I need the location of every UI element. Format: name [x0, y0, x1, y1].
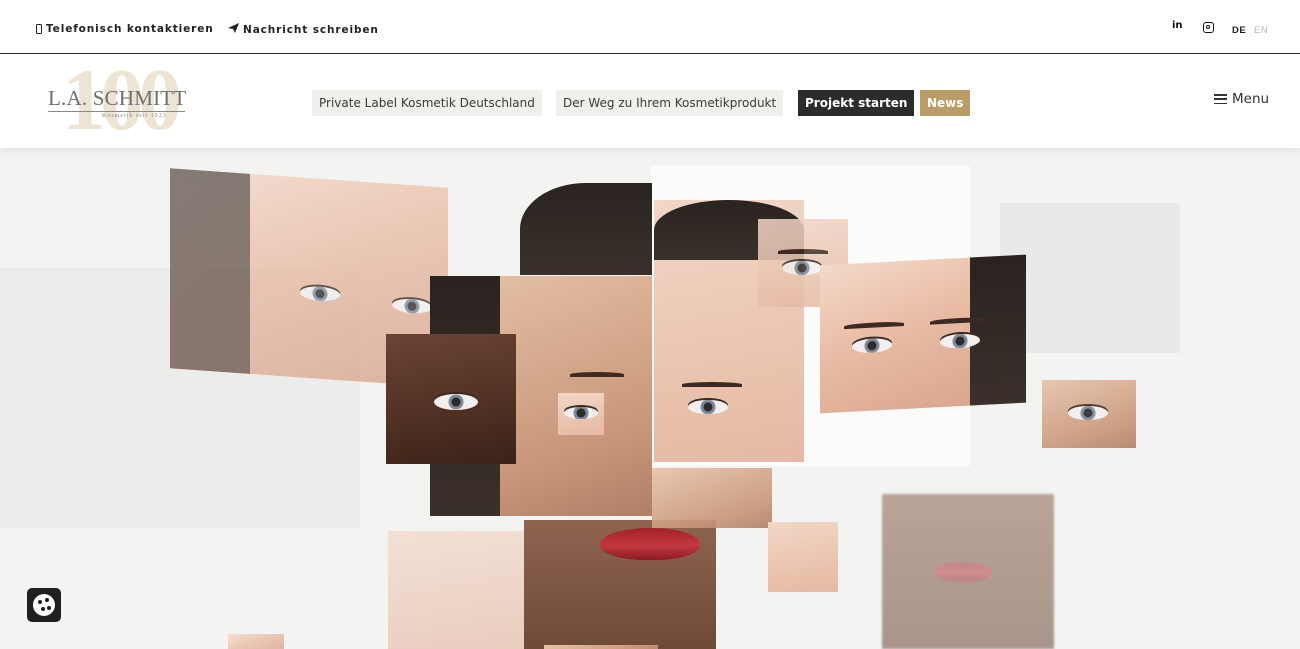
face-tile — [1042, 380, 1136, 448]
main-header: 100 L.A. SCHMITT Kosmetik seit 1923 Priv… — [0, 54, 1300, 148]
logo-divider — [48, 111, 185, 112]
face-tile — [544, 645, 658, 649]
linkedin-icon[interactable]: in — [1172, 20, 1183, 31]
instagram-icon[interactable] — [1203, 22, 1214, 33]
cookie-settings-button[interactable] — [27, 588, 61, 622]
face-tile — [228, 634, 284, 649]
face-tile — [768, 522, 838, 592]
language-de[interactable]: DE — [1232, 25, 1246, 36]
face-tile — [388, 531, 524, 649]
face-tile — [652, 468, 772, 528]
logo-tagline: Kosmetik seit 1923 — [102, 113, 167, 119]
paper-plane-icon — [228, 23, 239, 36]
language-en[interactable]: EN — [1254, 25, 1268, 36]
message-contact-label: Nachricht schreiben — [243, 23, 379, 36]
face-tile — [520, 183, 652, 275]
face-tile — [558, 393, 604, 435]
nav-der-weg[interactable]: Der Weg zu Ihrem Kosmetikprodukt — [556, 90, 784, 116]
menu-label: Menu — [1232, 91, 1270, 107]
nav-private-label[interactable]: Private Label Kosmetik Deutschland — [312, 90, 542, 116]
logo-brand-name: L.A. SCHMITT — [48, 86, 187, 110]
logo[interactable]: 100 L.A. SCHMITT Kosmetik seit 1923 — [46, 56, 188, 146]
cookie-icon — [33, 594, 55, 616]
hero-bg-panel — [1000, 203, 1180, 353]
face-tile — [820, 254, 1026, 414]
hamburger-icon — [1214, 94, 1227, 104]
menu-button[interactable]: Menu — [1214, 91, 1269, 107]
face-tile — [386, 334, 516, 464]
hero-collage-image — [0, 148, 1300, 649]
top-contact-bar: Telefonisch kontaktieren Nachricht schre… — [0, 0, 1300, 54]
message-contact-link[interactable]: Nachricht schreiben — [228, 23, 379, 36]
phone-contact-label: Telefonisch kontaktieren — [46, 23, 214, 35]
face-tile — [524, 520, 716, 649]
phone-icon — [36, 24, 42, 34]
nav-projekt-starten-button[interactable]: Projekt starten — [798, 90, 915, 116]
face-tile — [882, 494, 1054, 649]
phone-contact-link[interactable]: Telefonisch kontaktieren — [36, 23, 214, 35]
nav-news-button[interactable]: News — [920, 90, 971, 116]
